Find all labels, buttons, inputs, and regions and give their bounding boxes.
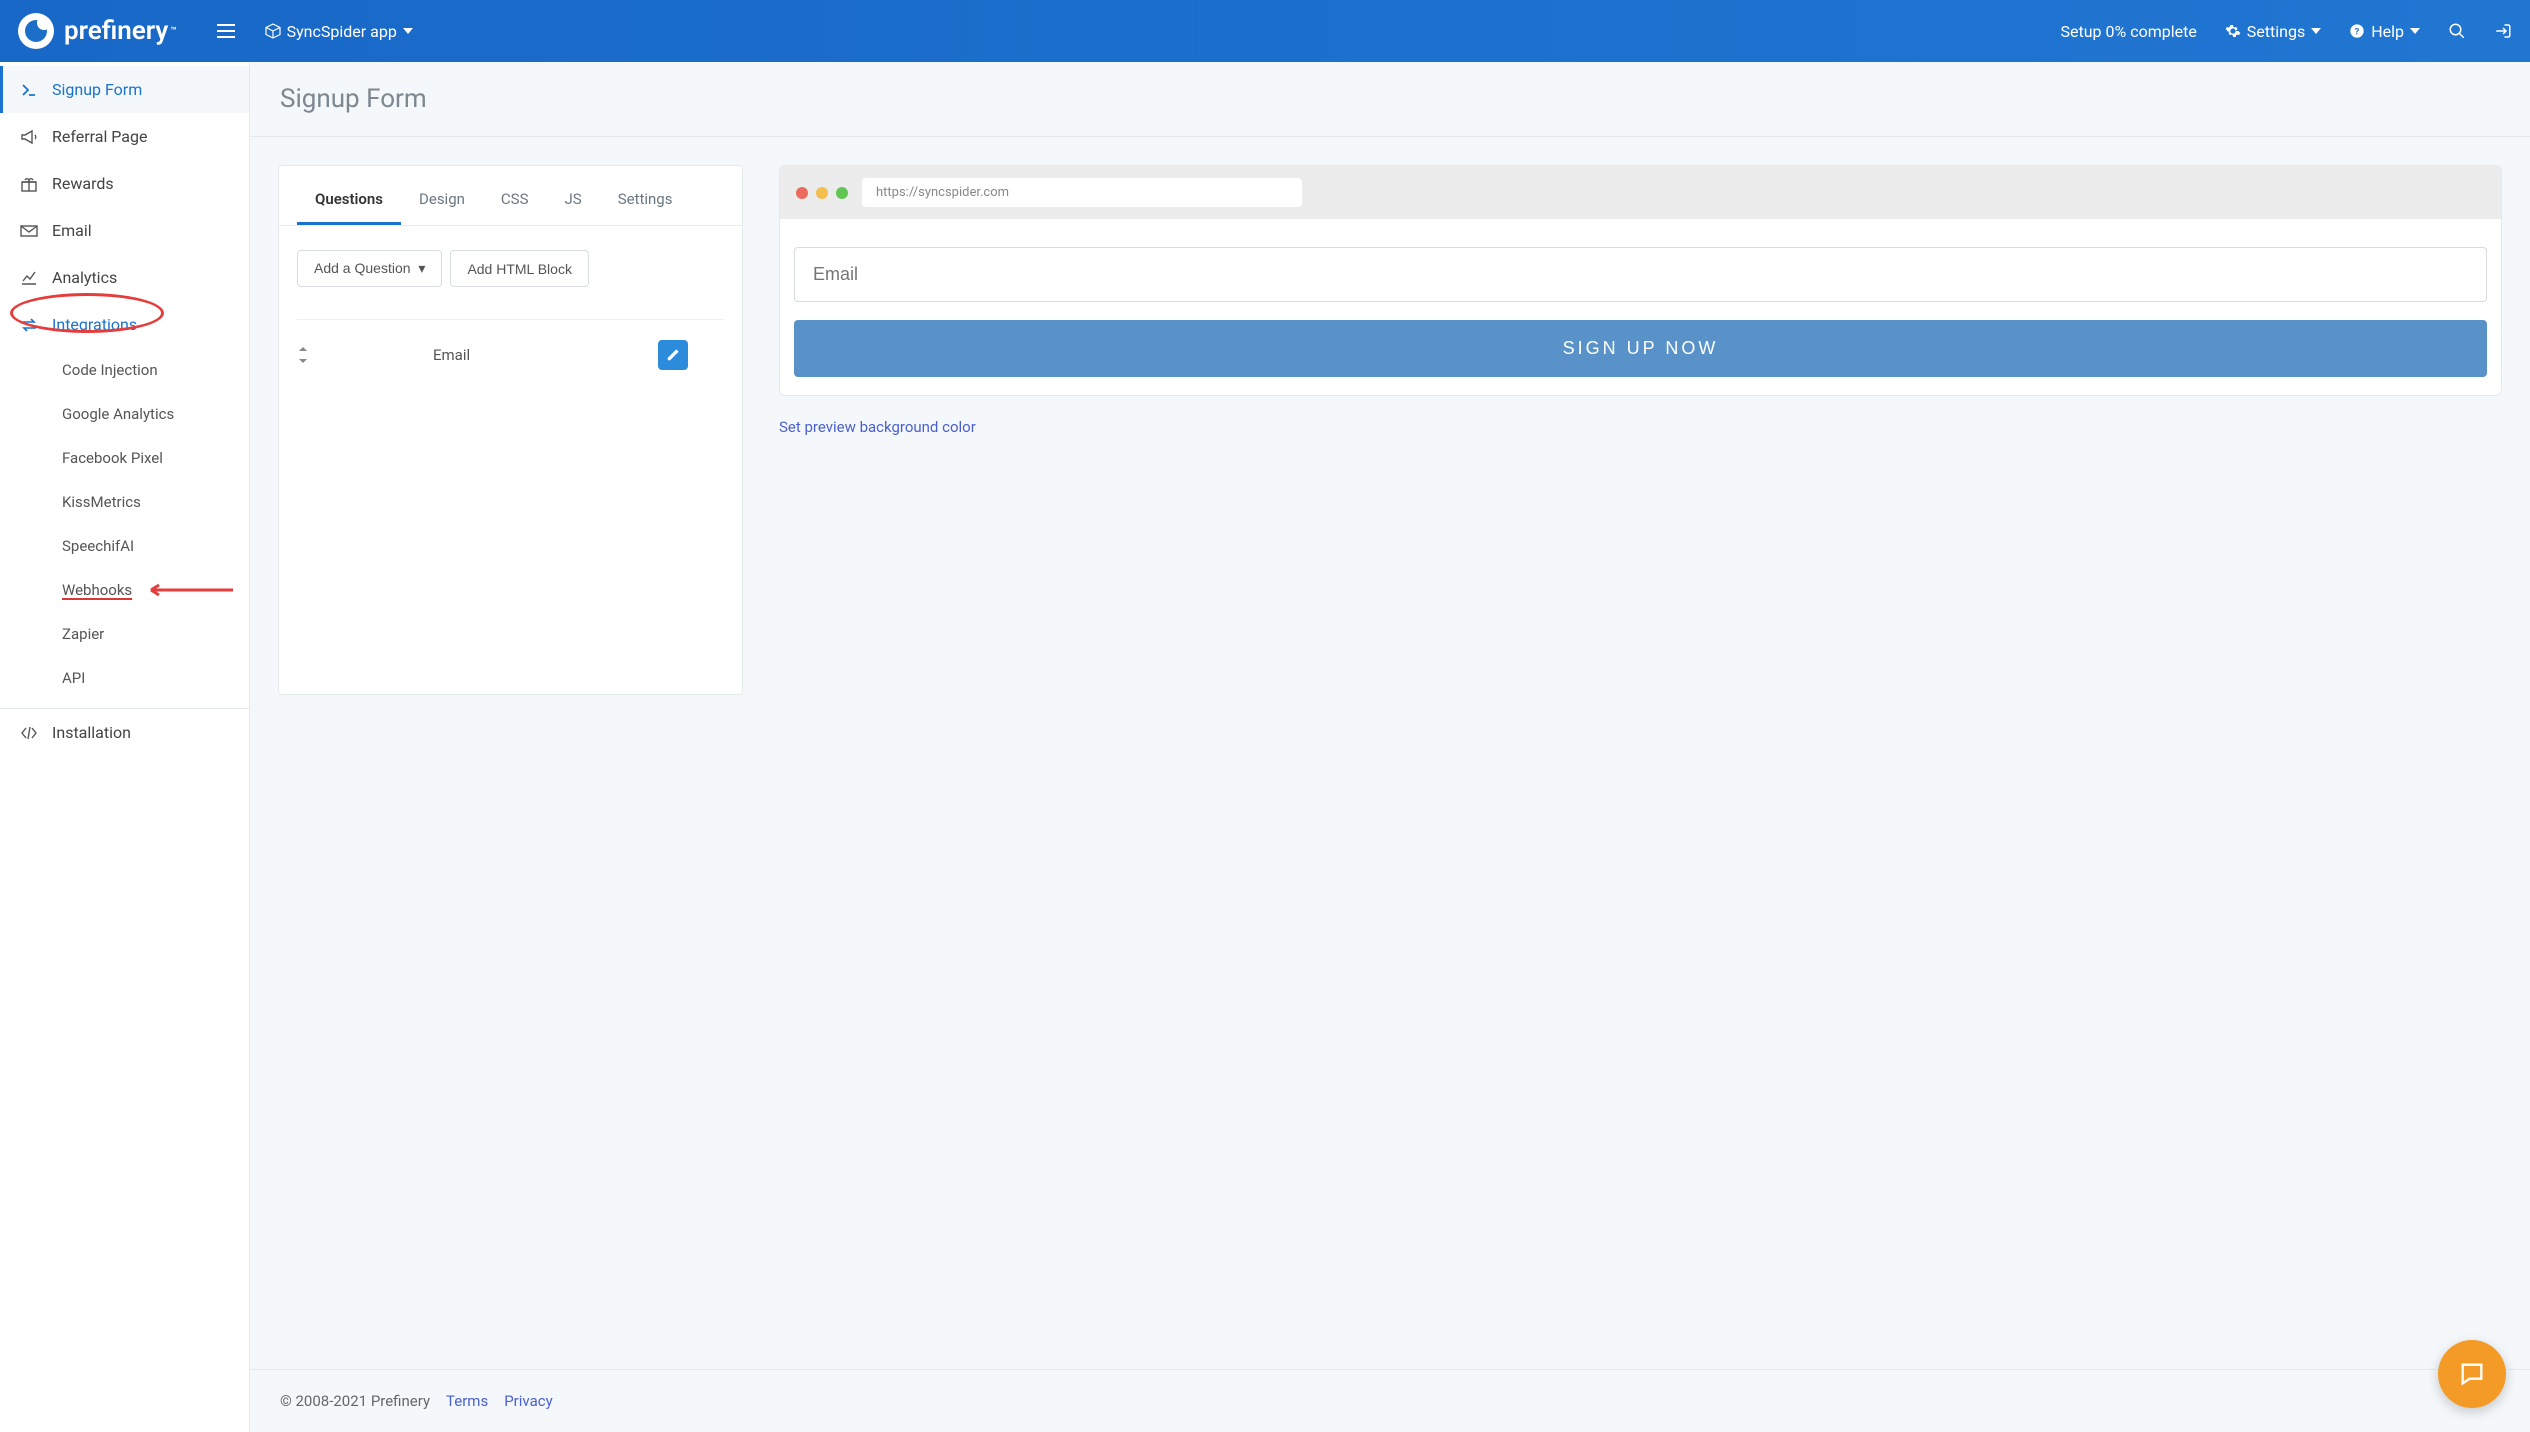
sidebar-item-label: Installation xyxy=(52,723,131,742)
sidebar-item-integrations[interactable]: Integrations xyxy=(0,301,249,348)
code-icon xyxy=(20,724,38,742)
browser-mock: https://syncspider.com SIGN UP NOW xyxy=(779,165,2502,396)
caret-down-icon xyxy=(403,28,413,34)
tab-design[interactable]: Design xyxy=(401,180,483,225)
search-icon xyxy=(2448,22,2466,40)
page-header: Signup Form xyxy=(250,62,2530,137)
main: Signup Form Questions Design CSS JS Sett… xyxy=(250,62,2530,1432)
setup-status[interactable]: Setup 0% complete xyxy=(2061,22,2197,41)
footer-terms-link[interactable]: Terms xyxy=(446,1392,488,1410)
question-label: Email xyxy=(333,346,640,364)
hamburger-icon xyxy=(217,24,235,38)
question-row: Email xyxy=(297,319,724,370)
add-question-button[interactable]: Add a Question ▾ xyxy=(297,250,442,287)
signup-form-icon xyxy=(20,81,38,99)
traffic-lights xyxy=(796,187,848,199)
logout-icon xyxy=(2494,22,2512,40)
hamburger-button[interactable] xyxy=(217,24,235,38)
sidebar-sub-facebook-pixel[interactable]: Facebook Pixel xyxy=(0,436,249,480)
caret-down-icon xyxy=(2410,28,2420,34)
footer-privacy-link[interactable]: Privacy xyxy=(504,1392,552,1410)
logout-button[interactable] xyxy=(2494,22,2512,40)
search-button[interactable] xyxy=(2448,22,2466,40)
sidebar-item-installation[interactable]: Installation xyxy=(0,709,249,756)
topbar: prefinery™ SyncSpider app Setup 0% compl… xyxy=(0,0,2530,62)
page-title: Signup Form xyxy=(280,84,2500,114)
topbar-right: Setup 0% complete Settings ? Help xyxy=(2061,22,2512,41)
traffic-green-icon xyxy=(836,187,848,199)
project-name: SyncSpider app xyxy=(287,22,397,41)
logo-mark-icon xyxy=(18,13,54,49)
help-menu[interactable]: ? Help xyxy=(2349,22,2420,41)
tab-css[interactable]: CSS xyxy=(483,180,547,225)
settings-menu[interactable]: Settings xyxy=(2225,22,2321,41)
gift-icon xyxy=(20,175,38,193)
sidebar-sub-speechifai[interactable]: SpeechifAI xyxy=(0,524,249,568)
footer: © 2008-2021 Prefinery Terms Privacy xyxy=(250,1369,2530,1432)
help-icon: ? xyxy=(2349,23,2365,39)
sidebar-item-label: Referral Page xyxy=(52,127,147,146)
sidebar-item-signup-form[interactable]: Signup Form xyxy=(0,66,249,113)
caret-down-icon xyxy=(2311,28,2321,34)
brand-logo[interactable]: prefinery™ xyxy=(18,13,177,49)
sidebar-item-label: Integrations xyxy=(52,315,137,334)
svg-text:?: ? xyxy=(2355,26,2360,37)
sort-handle-icon[interactable] xyxy=(297,347,315,363)
add-html-block-button[interactable]: Add HTML Block xyxy=(450,250,589,287)
preview-panel: https://syncspider.com SIGN UP NOW Set p… xyxy=(779,165,2502,436)
preview-signup-button[interactable]: SIGN UP NOW xyxy=(794,320,2487,377)
arrows-icon xyxy=(20,316,38,334)
tab-questions[interactable]: Questions xyxy=(297,180,401,225)
project-picker[interactable]: SyncSpider app xyxy=(265,22,413,41)
questions-panel: Questions Design CSS JS Settings Add a Q… xyxy=(278,165,743,695)
tab-settings[interactable]: Settings xyxy=(600,180,691,225)
browser-bar: https://syncspider.com xyxy=(780,166,2501,219)
sidebar-item-rewards[interactable]: Rewards xyxy=(0,160,249,207)
help-fab[interactable] xyxy=(2438,1340,2506,1408)
megaphone-icon xyxy=(20,128,38,146)
annotation-arrow xyxy=(143,583,233,597)
preview-email-input[interactable] xyxy=(794,247,2487,302)
sidebar-item-analytics[interactable]: Analytics xyxy=(0,254,249,301)
sidebar-item-email[interactable]: Email xyxy=(0,207,249,254)
sidebar: Signup Form Referral Page Rewards Email … xyxy=(0,62,250,1432)
brand-tm: ™ xyxy=(170,26,176,37)
sidebar-sub-webhooks[interactable]: Webhooks xyxy=(0,568,249,612)
caret-down-icon: ▾ xyxy=(418,260,425,276)
sidebar-item-label: Signup Form xyxy=(52,80,142,99)
tab-js[interactable]: JS xyxy=(547,180,600,225)
sidebar-sub-kissmetrics[interactable]: KissMetrics xyxy=(0,480,249,524)
sidebar-item-label: Rewards xyxy=(52,174,114,193)
box-icon xyxy=(265,23,281,39)
sidebar-item-referral-page[interactable]: Referral Page xyxy=(0,113,249,160)
envelope-icon xyxy=(20,222,38,240)
brand-name: prefinery xyxy=(64,16,168,46)
sidebar-item-label: Analytics xyxy=(52,268,117,287)
preview-form: SIGN UP NOW xyxy=(780,219,2501,395)
set-preview-bg-link[interactable]: Set preview background color xyxy=(779,418,976,436)
sidebar-sub-zapier[interactable]: Zapier xyxy=(0,612,249,656)
sidebar-sub-api[interactable]: API xyxy=(0,656,249,700)
chart-icon xyxy=(20,269,38,287)
sidebar-item-label: Email xyxy=(52,221,92,240)
url-bar: https://syncspider.com xyxy=(862,178,1302,207)
traffic-yellow-icon xyxy=(816,187,828,199)
sidebar-sub-code-injection[interactable]: Code Injection xyxy=(0,348,249,392)
tabs: Questions Design CSS JS Settings xyxy=(279,166,742,226)
gear-icon xyxy=(2225,23,2241,39)
sidebar-sub-google-analytics[interactable]: Google Analytics xyxy=(0,392,249,436)
edit-icon xyxy=(666,348,680,362)
edit-question-button[interactable] xyxy=(658,340,688,370)
traffic-red-icon xyxy=(796,187,808,199)
footer-copyright: © 2008-2021 Prefinery xyxy=(280,1392,430,1410)
chat-icon xyxy=(2458,1360,2486,1388)
